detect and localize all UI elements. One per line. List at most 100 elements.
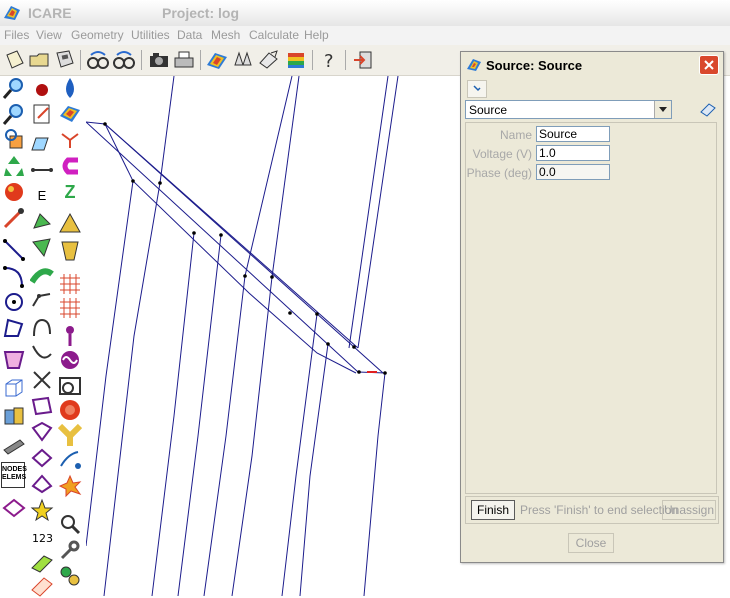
sweep-icon[interactable] — [30, 394, 54, 418]
node-point[interactable] — [383, 371, 387, 375]
cone-icon[interactable] — [58, 212, 82, 236]
menu-mesh[interactable]: Mesh — [211, 28, 240, 42]
element-e-icon[interactable]: E — [30, 184, 54, 208]
wrench-icon[interactable] — [58, 538, 82, 562]
menu-geometry[interactable]: Geometry — [71, 28, 124, 42]
grid-mesh-alt-icon[interactable] — [58, 296, 82, 320]
zoom-out-icon[interactable] — [2, 102, 26, 126]
node-point[interactable] — [192, 231, 196, 235]
transform-icon[interactable] — [30, 210, 54, 234]
source-select[interactable]: Source — [465, 100, 672, 119]
numbering-icon[interactable]: 123 — [30, 524, 54, 548]
distance-icon[interactable] — [30, 158, 54, 182]
voltage-field[interactable]: 1.0 — [536, 145, 610, 161]
new-icon[interactable] — [3, 49, 27, 71]
gears-icon[interactable] — [58, 564, 82, 588]
menu-calculate[interactable]: Calculate — [249, 28, 299, 42]
y-split-icon[interactable] — [58, 424, 82, 448]
layers-icon[interactable] — [284, 49, 308, 71]
cylinder-icon[interactable] — [2, 404, 26, 428]
camera-icon[interactable] — [147, 49, 171, 71]
polygon-nodes-icon[interactable] — [30, 288, 54, 312]
cut-icon[interactable] — [30, 368, 54, 392]
dialog-title-bar[interactable]: Source: Source — [461, 52, 723, 78]
rainbow-icon[interactable] — [205, 49, 229, 71]
arc-icon[interactable] — [2, 264, 26, 288]
palette-rainbow-icon[interactable] — [58, 102, 82, 126]
drop-icon[interactable] — [58, 76, 82, 100]
target-icon[interactable] — [58, 398, 82, 422]
phase-field[interactable]: 0.0 — [536, 164, 610, 180]
node-point[interactable] — [270, 275, 274, 279]
box-icon[interactable] — [30, 132, 54, 156]
revolve-icon[interactable] — [30, 472, 54, 496]
magnet-icon[interactable] — [58, 154, 82, 178]
mesh-surface-icon[interactable] — [2, 496, 26, 520]
surface-icon[interactable] — [2, 348, 26, 372]
name-field[interactable]: Source — [536, 126, 610, 142]
bar-icon[interactable] — [2, 434, 26, 458]
notepad-icon[interactable] — [30, 102, 54, 126]
menu-view[interactable]: View — [36, 28, 62, 42]
node-point[interactable] — [243, 274, 247, 278]
node-point[interactable] — [315, 312, 319, 316]
pyramid-icon[interactable] — [58, 238, 82, 262]
dialog-tab[interactable] — [467, 80, 487, 98]
axes-icon[interactable] — [58, 128, 82, 152]
unassign-button[interactable]: Unassign — [662, 500, 716, 520]
open-icon[interactable] — [28, 49, 52, 71]
antenna-icon[interactable] — [58, 448, 82, 472]
explode-icon[interactable] — [58, 474, 82, 498]
pair-icon[interactable] — [231, 49, 255, 71]
curve-icon[interactable] — [30, 340, 54, 364]
loop-icon[interactable] — [30, 316, 54, 340]
node-point[interactable] — [352, 345, 356, 349]
node-point[interactable] — [288, 311, 292, 315]
z-axis-icon[interactable]: Z — [58, 180, 82, 204]
node-point[interactable] — [357, 370, 361, 374]
edit-icon[interactable] — [257, 49, 281, 71]
star-icon[interactable] — [30, 498, 54, 522]
menu-data[interactable]: Data — [177, 28, 202, 42]
print-icon[interactable] — [172, 49, 196, 71]
wave-icon[interactable] — [58, 348, 82, 372]
help-icon[interactable]: ? — [317, 49, 341, 71]
patch-icon[interactable] — [30, 420, 54, 444]
line-icon[interactable] — [2, 238, 26, 262]
grid-mesh-icon[interactable] — [58, 272, 82, 296]
nodes-elems-icon[interactable]: NODES ELEMS — [1, 462, 27, 488]
highlight-icon[interactable] — [30, 550, 54, 574]
zoom-window-icon[interactable] — [2, 128, 26, 152]
tag-icon[interactable] — [30, 574, 54, 598]
circle-icon[interactable] — [2, 290, 26, 314]
polyline-icon[interactable] — [2, 316, 26, 340]
node-point[interactable] — [131, 179, 135, 183]
triangle-mesh-icon[interactable] — [30, 236, 54, 260]
camera-view-icon[interactable] — [58, 374, 82, 398]
save-icon[interactable] — [53, 49, 77, 71]
dialog-close-button[interactable] — [699, 55, 719, 75]
menu-utilities[interactable]: Utilities — [131, 28, 170, 42]
exit-icon[interactable] — [351, 49, 375, 71]
volume-icon[interactable] — [2, 376, 26, 400]
search-icon[interactable] — [58, 512, 82, 536]
recycle-icon[interactable] — [2, 154, 26, 178]
menu-help[interactable]: Help — [304, 28, 329, 42]
surface-mesh-icon[interactable] — [30, 264, 54, 288]
node-point[interactable] — [326, 342, 330, 346]
node-point[interactable] — [158, 181, 162, 185]
solid-icon[interactable] — [2, 180, 26, 204]
arrow-line-icon[interactable] — [2, 206, 26, 230]
extrude-icon[interactable] — [30, 446, 54, 470]
eraser-icon[interactable] — [699, 102, 717, 118]
node-point[interactable] — [103, 122, 107, 126]
zoom-in-icon[interactable] — [2, 76, 26, 100]
close-button[interactable]: Close — [568, 533, 614, 553]
select-dropdown-button[interactable] — [654, 101, 671, 118]
finish-button[interactable]: Finish — [471, 500, 515, 520]
node-point[interactable] — [219, 233, 223, 237]
zoom-link-alt-icon[interactable] — [112, 49, 136, 71]
menu-files[interactable]: Files — [4, 28, 29, 42]
probe-icon[interactable] — [58, 324, 82, 348]
point-icon[interactable] — [30, 76, 54, 100]
